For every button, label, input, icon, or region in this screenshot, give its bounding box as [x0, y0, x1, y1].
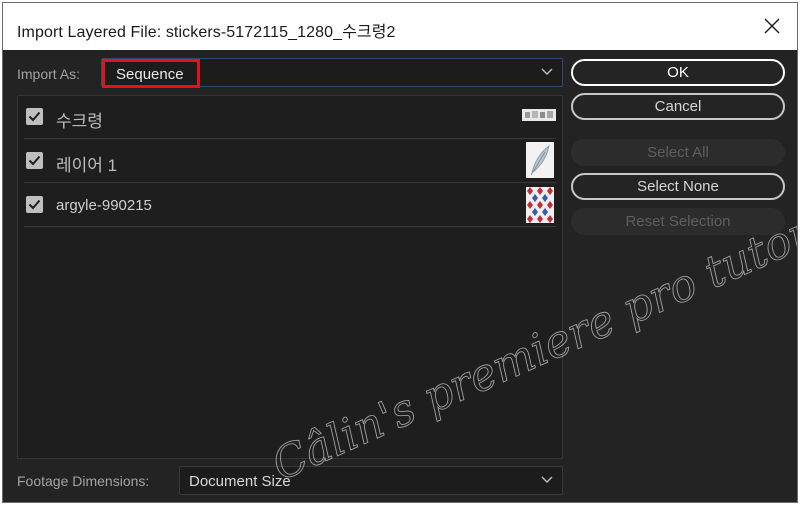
dialog-title: Import Layered File: stickers-5172115_12…: [17, 24, 396, 41]
layer-checkbox[interactable]: [26, 196, 43, 213]
footage-dimensions-dropdown[interactable]: Document Size: [179, 466, 563, 495]
reset-selection-button: Reset Selection: [571, 208, 785, 235]
layer-checkbox[interactable]: [26, 108, 43, 125]
layer-thumbnail-sticker: [522, 109, 556, 121]
argyle-thumbnail-icon: [526, 187, 554, 223]
checkmark-icon: [28, 111, 41, 122]
layer-row[interactable]: argyle-990215: [24, 184, 556, 227]
close-button[interactable]: [756, 12, 788, 40]
import-as-label: Import As:: [17, 66, 81, 82]
layer-row[interactable]: 레이어 1: [24, 140, 556, 183]
import-as-value: Sequence: [116, 66, 184, 83]
ok-button[interactable]: OK: [571, 59, 785, 86]
import-as-dropdown[interactable]: Sequence: [101, 58, 563, 88]
close-icon: [764, 18, 780, 34]
layer-name: argyle-990215: [56, 197, 152, 214]
select-all-button: Select All: [571, 139, 785, 166]
layer-row[interactable]: 수크령: [24, 96, 556, 139]
footage-dimensions-label: Footage Dimensions:: [17, 473, 150, 489]
title-bar: Import Layered File: stickers-5172115_12…: [3, 3, 797, 50]
chevron-down-icon: [541, 476, 553, 483]
layer-name: 수크령: [56, 112, 103, 131]
layer-list: 수크령 레이어 1 argyle-990215: [17, 95, 563, 459]
import-layered-file-dialog: Import Layered File: stickers-5172115_12…: [2, 2, 798, 503]
feather-thumbnail-icon: [526, 142, 554, 178]
checkmark-icon: [28, 199, 41, 210]
layer-name: 레이어 1: [56, 156, 118, 175]
chevron-down-icon: [541, 68, 553, 75]
import-as-highlight-box: Sequence: [102, 59, 200, 88]
cancel-button[interactable]: Cancel: [571, 93, 785, 120]
checkmark-icon: [28, 155, 41, 166]
footage-dimensions-value: Document Size: [189, 473, 291, 490]
layer-checkbox[interactable]: [26, 152, 43, 169]
select-none-button[interactable]: Select None: [571, 173, 785, 200]
dialog-body: Import As: Sequence 수크령 레이어 1 argyle-990…: [3, 50, 797, 502]
